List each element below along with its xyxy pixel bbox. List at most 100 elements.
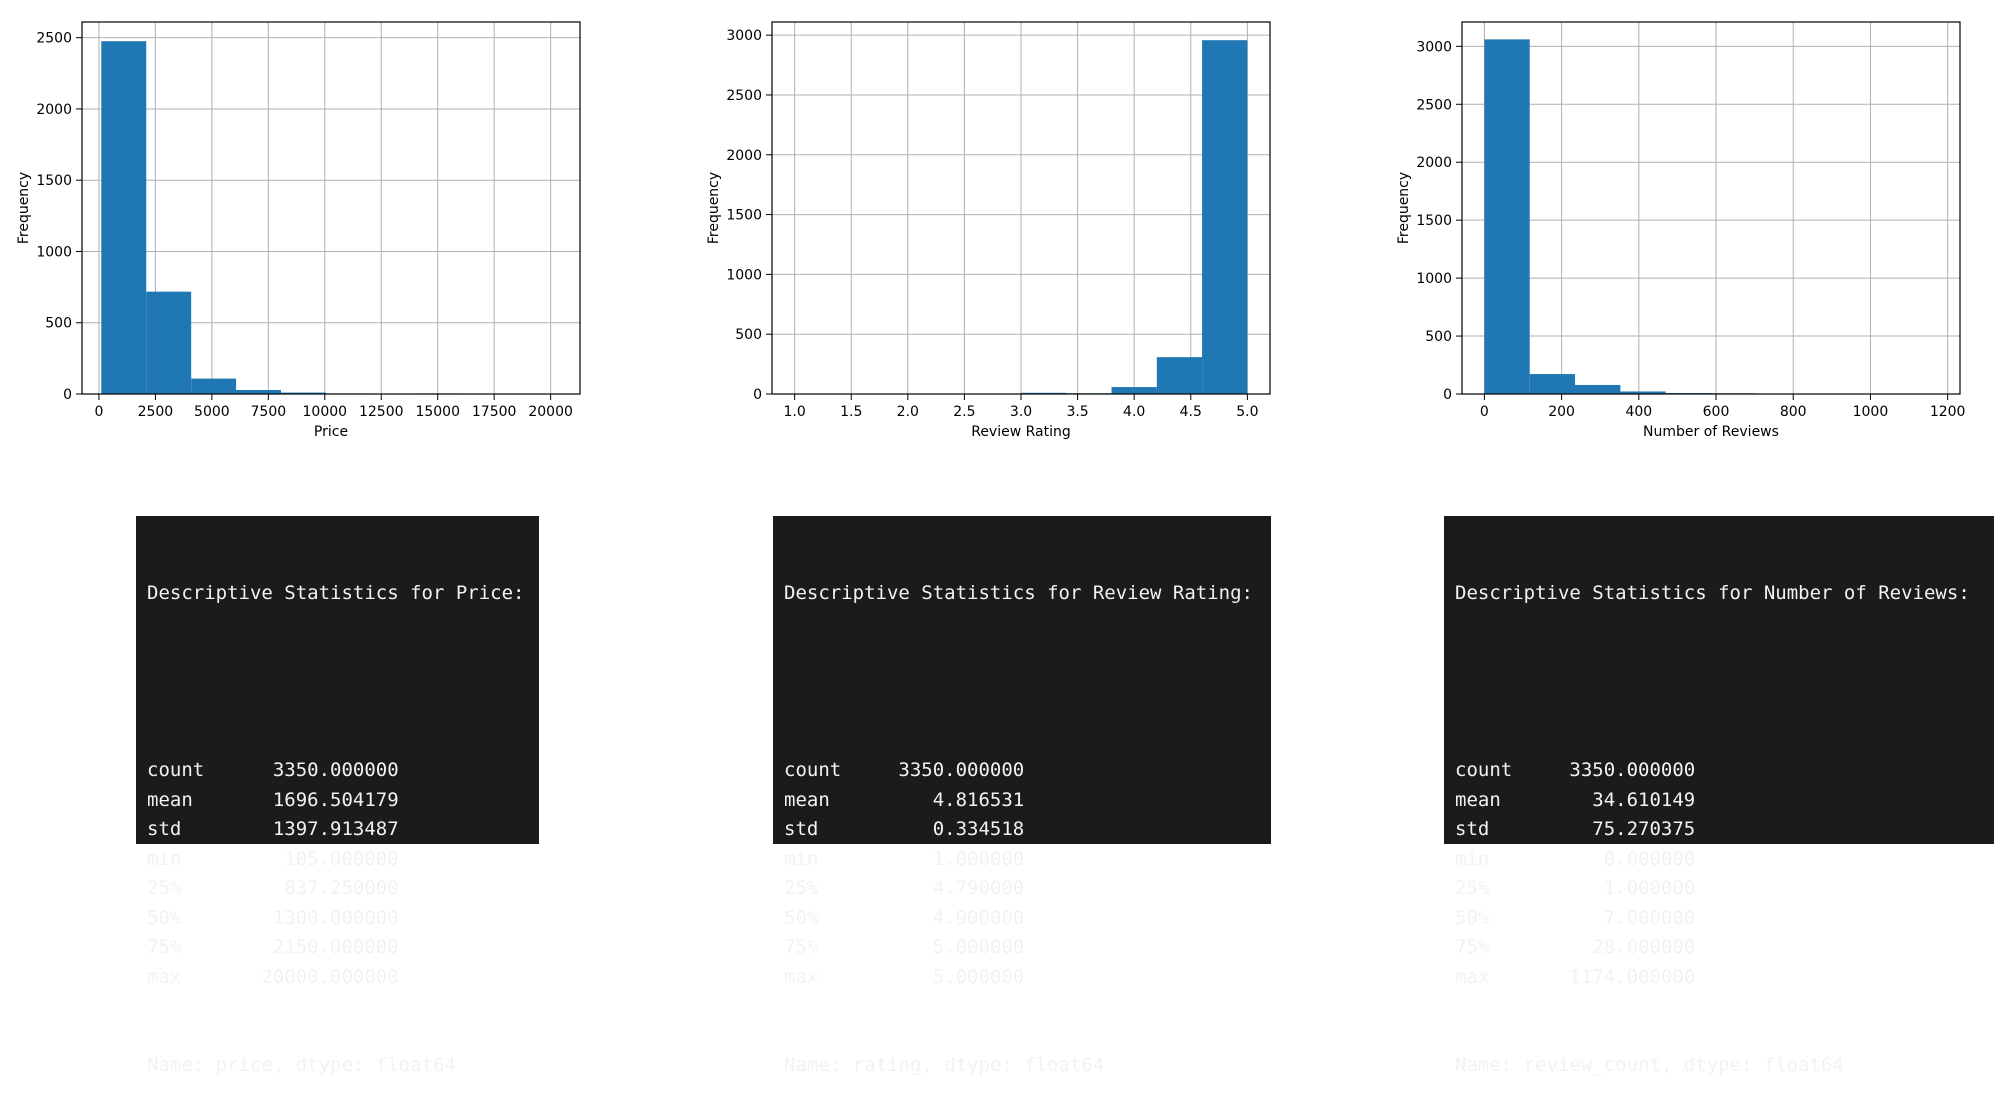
x-tick-label: 400 xyxy=(1625,404,1652,420)
y-tick-label: 1500 xyxy=(1416,213,1452,229)
y-tick-label: 1000 xyxy=(36,244,72,260)
stats-title: Descriptive Statistics for Number of Rev… xyxy=(1455,579,1983,609)
y-tick-label: 0 xyxy=(63,387,72,403)
histogram-bar xyxy=(1157,357,1202,394)
price-stats-panel: Descriptive Statistics for Price: count … xyxy=(136,516,539,844)
stats-row-25pct: 25% 1.000000 xyxy=(1455,874,1983,904)
reviews-histogram-svg: 0200400600800100012000500100015002000250… xyxy=(1380,0,1980,450)
x-tick-label: 10000 xyxy=(303,404,348,420)
histogram-bar xyxy=(1484,39,1529,394)
stats-spacer xyxy=(147,668,528,698)
x-tick-label: 5.0 xyxy=(1236,404,1258,420)
x-tick-label: 1.5 xyxy=(840,404,862,420)
stats-rows: count 3350.000000mean 1696.504179std 139… xyxy=(147,756,528,992)
histogram-bar xyxy=(1202,40,1247,394)
stats-row-max: max 1174.000000 xyxy=(1455,963,1983,993)
stats-row-75pct: 75% 5.000000 xyxy=(784,933,1260,963)
x-tick-label: 4.0 xyxy=(1123,404,1145,420)
y-tick-label: 2000 xyxy=(1416,155,1452,171)
y-ticks: 0 500 1000 1500 2000 2500 xyxy=(36,31,82,403)
histogram-bar xyxy=(1530,374,1575,394)
plot-frame xyxy=(1462,22,1960,394)
stats-row-max: max 20000.000000 xyxy=(147,963,528,993)
stats-row-25pct: 25% 837.250000 xyxy=(147,874,528,904)
x-tick-label: 12500 xyxy=(359,404,404,420)
stats-footer: Name: price, dtype: float64 xyxy=(147,1051,528,1081)
x-ticks: 02500500075001000012500150001750020000 xyxy=(94,394,572,420)
y-tick-label: 1500 xyxy=(726,208,762,224)
x-tick-label: 5000 xyxy=(194,404,230,420)
stats-row-std: std 0.334518 xyxy=(784,815,1260,845)
stats-row-mean: mean 4.816531 xyxy=(784,786,1260,816)
price-histogram: 0 2500 5000 7500 10000 12500 15000 17500 20000 0 5… xyxy=(0,0,600,450)
stats-row-std: std 1397.913487 xyxy=(147,815,528,845)
y-tick-label: 500 xyxy=(735,327,762,343)
x-ticks: 020040060080010001200 xyxy=(1480,394,1966,420)
y-ticks: 050010001500200025003000 xyxy=(726,28,772,403)
x-tick-label: 1000 xyxy=(1853,404,1889,420)
stats-row-max: max 5.000000 xyxy=(784,963,1260,993)
stats-row-min: min 1.000000 xyxy=(784,845,1260,875)
x-axis-label: Price xyxy=(314,424,348,440)
y-tick-label: 1500 xyxy=(36,173,72,189)
x-tick-label: 3.5 xyxy=(1066,404,1088,420)
y-axis-label: Frequency xyxy=(1396,172,1412,244)
x-tick-label: 17500 xyxy=(472,404,517,420)
stats-row-mean: mean 34.610149 xyxy=(1455,786,1983,816)
y-tick-label: 0 xyxy=(1443,387,1452,403)
y-tick-label: 500 xyxy=(45,316,72,332)
x-tick-label: 1200 xyxy=(1930,404,1966,420)
stats-row-75pct: 75% 2150.000000 xyxy=(147,933,528,963)
stats-row-count: count 3350.000000 xyxy=(147,756,528,786)
grid-lines xyxy=(772,22,1270,394)
histogram-bar xyxy=(1112,387,1157,394)
y-axis-label: Frequency xyxy=(16,172,32,244)
stats-row-50pct: 50% 7.000000 xyxy=(1455,904,1983,934)
stats-footer: Name: rating, dtype: float64 xyxy=(784,1051,1260,1081)
histogram-bars xyxy=(1484,39,1937,394)
stats-footer: Name: review_count, dtype: float64 xyxy=(1455,1051,1983,1081)
stats-row-75pct: 75% 28.000000 xyxy=(1455,933,1983,963)
y-ticks: 050010001500200025003000 xyxy=(1416,39,1462,403)
stats-title: Descriptive Statistics for Price: xyxy=(147,579,528,609)
x-tick-label: 800 xyxy=(1780,404,1807,420)
x-tick-label: 4.5 xyxy=(1180,404,1202,420)
rating-stats-panel: Descriptive Statistics for Review Rating… xyxy=(773,516,1271,844)
y-tick-label: 3000 xyxy=(726,28,762,44)
stats-row-count: count 3350.000000 xyxy=(1455,756,1983,786)
price-histogram-svg: 0 2500 5000 7500 10000 12500 15000 17500 20000 0 5… xyxy=(0,0,600,450)
x-tick-label: 20000 xyxy=(528,404,573,420)
y-tick-label: 500 xyxy=(1425,329,1452,345)
x-tick-label: 1.0 xyxy=(784,404,806,420)
stats-row-50pct: 50% 1300.000000 xyxy=(147,904,528,934)
reviews-stats-panel: Descriptive Statistics for Number of Rev… xyxy=(1444,516,1994,844)
stats-rows: count 3350.000000mean 34.610149std 75.27… xyxy=(1455,756,1983,992)
stats-title: Descriptive Statistics for Review Rating… xyxy=(784,579,1260,609)
x-tick-label: 2.0 xyxy=(897,404,919,420)
rating-histogram-svg: 1.01.52.02.53.03.54.04.55.00500100015002… xyxy=(690,0,1290,450)
y-tick-label: 2500 xyxy=(1416,97,1452,113)
x-tick-label: 3.0 xyxy=(1010,404,1032,420)
histogram-bar xyxy=(146,292,191,394)
x-tick-label: 7500 xyxy=(251,404,287,420)
x-tick-label: 0 xyxy=(94,404,103,420)
stats-spacer xyxy=(784,668,1260,698)
stats-row-min: min 105.000000 xyxy=(147,845,528,875)
histogram-bars xyxy=(101,41,550,394)
y-tick-label: 2500 xyxy=(36,31,72,47)
histogram-bar xyxy=(1575,385,1620,394)
rating-histogram: 1.01.52.02.53.03.54.04.55.00500100015002… xyxy=(690,0,1290,450)
y-tick-label: 1000 xyxy=(726,267,762,283)
y-tick-label: 2500 xyxy=(726,88,762,104)
x-ticks: 1.01.52.02.53.03.54.04.55.0 xyxy=(784,394,1259,420)
y-tick-label: 2000 xyxy=(36,102,72,118)
x-tick-label: 15000 xyxy=(415,404,460,420)
y-tick-label: 2000 xyxy=(726,148,762,164)
stats-row-50pct: 50% 4.900000 xyxy=(784,904,1260,934)
histogram-bar xyxy=(191,379,236,394)
stats-rows: count 3350.000000mean 4.816531std 0.3345… xyxy=(784,756,1260,992)
x-tick-label: 200 xyxy=(1548,404,1575,420)
stats-row-count: count 3350.000000 xyxy=(784,756,1260,786)
y-axis-label: Frequency xyxy=(706,172,722,244)
stats-row-min: min 0.000000 xyxy=(1455,845,1983,875)
